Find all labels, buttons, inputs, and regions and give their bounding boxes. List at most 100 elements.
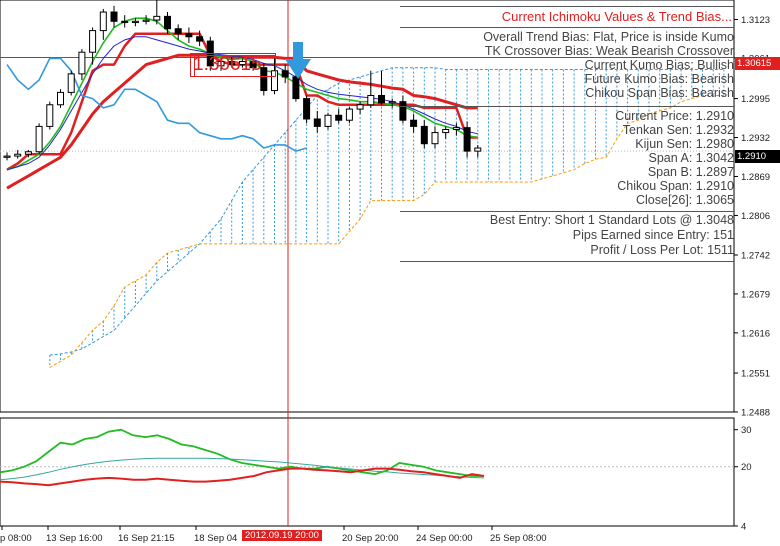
- candle-body: [378, 94, 385, 104]
- candle-body: [335, 114, 343, 121]
- candle-body: [313, 118, 321, 127]
- bias-line-future-kumo: Future Kumo Bias: Bearish: [584, 72, 734, 86]
- candle: [35, 123, 43, 155]
- entry-line-pl: Profit / Loss Per Lot: 1511: [590, 243, 734, 257]
- bias-line-current-kumo: Current Kumo Bias: Bullish: [584, 58, 734, 72]
- candle: [431, 126, 439, 149]
- candle-body: [303, 98, 311, 120]
- candle: [345, 106, 353, 124]
- candle-body: [57, 91, 64, 106]
- price-axis-label: 1.2742: [741, 250, 770, 261]
- candle-body: [99, 11, 107, 32]
- osc-axis-label: 30: [741, 425, 752, 436]
- price-axis-label: 1.3123: [741, 15, 770, 26]
- candle-body: [35, 125, 43, 153]
- time-axis-label: 16 Sep 21:15: [118, 533, 175, 544]
- time-axis-label: 18 Sep 04: [194, 533, 237, 544]
- candle-body: [89, 30, 97, 53]
- value-line-span-a: Span A: 1.3042: [648, 151, 735, 165]
- entry-label-text: 1.30615: [193, 54, 262, 75]
- candle: [474, 144, 482, 158]
- candle: [142, 15, 150, 25]
- candle-body: [196, 36, 204, 42]
- value-line-span-b: Span B: 1.2897: [647, 165, 734, 179]
- crosshair-time-label: 2012.09.19 20:00: [242, 530, 322, 541]
- bias-line-overall: Overall Trend Bias: Flat, Price is insid…: [483, 30, 734, 44]
- candle-body: [367, 94, 375, 106]
- entry-line-pips: Pips Earned since Entry: 151: [572, 228, 734, 242]
- price-axis-label: 1.2806: [741, 211, 770, 222]
- candle-body: [174, 28, 182, 35]
- candle-body: [356, 104, 364, 110]
- price-axis-label: 1.2551: [741, 369, 770, 380]
- candle: [388, 98, 396, 108]
- candle-body: [420, 125, 428, 145]
- candle-body: [388, 101, 396, 104]
- candle-body: [78, 51, 86, 75]
- time-axis-label: 25 Sep 08:00: [490, 533, 547, 544]
- price-axis: 1.31231.30611.29951.29321.28691.28061.27…: [734, 15, 770, 419]
- candle: [367, 70, 375, 108]
- value-line-chikou: Chikou Span: 1.2910: [617, 179, 734, 193]
- candle-body: [24, 151, 32, 155]
- candle: [185, 27, 193, 43]
- value-line-close26: Close[26]: 1.3065: [636, 193, 734, 207]
- time-axis-label: 24 Sep 00:00: [416, 533, 473, 544]
- candle: [164, 12, 171, 34]
- adx-minus-di-line: [0, 467, 485, 487]
- bias-line-chikou: Chikou Span Bias: Bearish: [585, 86, 734, 100]
- candle-body: [442, 128, 450, 134]
- candle-body: [164, 15, 171, 30]
- candle-body: [110, 11, 118, 22]
- candle: [57, 89, 64, 108]
- entry-line-best: Best Entry: Short 1 Standard Lots @ 1.30…: [489, 213, 734, 227]
- candle: [3, 152, 11, 161]
- sell-arrow-icon: [285, 42, 311, 79]
- candle-body: [474, 147, 482, 152]
- candle-body: [153, 15, 161, 21]
- candle-body: [324, 114, 332, 127]
- current-price-tag: 1.2910: [735, 150, 780, 163]
- panel-separator-1: [400, 27, 734, 28]
- osc-axis-label: 4: [741, 522, 746, 533]
- panel-separator-4: [400, 261, 734, 262]
- candle: [463, 121, 471, 158]
- panel-separator-top: [400, 6, 734, 7]
- candle: [452, 123, 460, 136]
- adx-plus-di-line: [0, 428, 484, 477]
- value-line-tenkan: Tenkan Sen: 1.2932: [622, 123, 734, 137]
- candle-body: [67, 73, 75, 93]
- value-line-kijun: Kijun Sen: 1.2980: [635, 137, 734, 151]
- candle-body: [463, 127, 471, 152]
- candle-body: [142, 19, 150, 22]
- price-axis-label: 1.2932: [741, 133, 770, 144]
- candle-body: [14, 153, 22, 157]
- osc-axis-label: 20: [741, 462, 752, 473]
- candle: [121, 15, 129, 28]
- candle-body: [431, 132, 439, 145]
- candle: [303, 95, 311, 124]
- candle-body: [3, 155, 11, 158]
- panel-separator-3: [400, 211, 734, 212]
- candle-body: [399, 101, 407, 121]
- candle-body: [452, 127, 460, 130]
- panel-title: Current Ichimoku Values & Trend Bias...: [501, 9, 732, 24]
- candle: [78, 49, 86, 81]
- adx-main-line: [0, 457, 485, 481]
- value-line-current-price: Current Price: 1.2910: [615, 109, 734, 123]
- green-average-line: [6, 17, 478, 171]
- candle: [442, 126, 450, 139]
- candle: [410, 114, 418, 133]
- candle: [356, 101, 364, 115]
- panel-separator-2: [400, 106, 734, 107]
- time-axis-label: 20 Sep 20:00: [342, 533, 399, 544]
- price-axis-label: 1.2869: [741, 172, 770, 183]
- price-axis-label: 1.2616: [741, 328, 770, 339]
- candle: [420, 120, 428, 149]
- candle: [324, 112, 332, 130]
- price-axis-label: 1.2488: [741, 408, 770, 419]
- bias-line-tk: TK Crossover Bias: Weak Bearish Crossove…: [484, 44, 734, 58]
- price-axis-label: 1.2679: [741, 289, 770, 300]
- candle-body: [131, 20, 139, 24]
- candle: [99, 8, 107, 40]
